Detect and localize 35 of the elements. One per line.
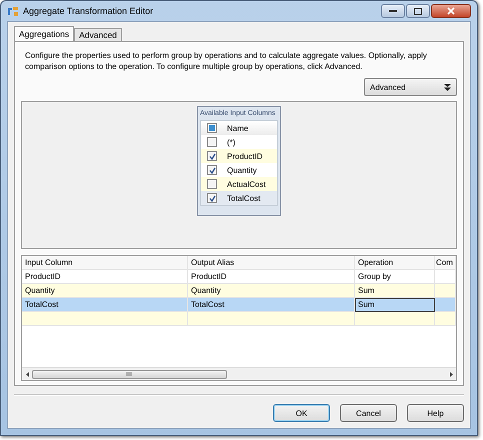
horizontal-scrollbar[interactable] bbox=[22, 367, 456, 380]
dialog-button[interactable]: Cancel bbox=[340, 404, 397, 422]
table-cell: Sum bbox=[355, 284, 435, 298]
checkbox[interactable] bbox=[207, 165, 217, 175]
column-header: Operation bbox=[355, 256, 435, 270]
list-item[interactable]: Quantity bbox=[223, 166, 257, 174]
scroll-thumb[interactable] bbox=[32, 370, 227, 378]
column-header: Output Alias bbox=[188, 256, 355, 270]
minimize-icon bbox=[389, 10, 397, 12]
checkbox[interactable] bbox=[207, 151, 217, 161]
window-title: Aggregate Transformation Editor bbox=[23, 6, 154, 16]
advanced-button[interactable]: Advanced bbox=[364, 78, 457, 96]
maximize-button[interactable] bbox=[406, 4, 430, 18]
left-arrow-icon[interactable] bbox=[26, 372, 28, 376]
minimize-button[interactable] bbox=[381, 4, 405, 18]
dialog-button[interactable]: Help bbox=[407, 404, 464, 422]
dialog-button[interactable]: OK bbox=[273, 404, 330, 422]
column-header: Name bbox=[226, 124, 248, 132]
close-button[interactable] bbox=[431, 4, 471, 18]
checkbox[interactable] bbox=[207, 137, 217, 147]
double-down-arrow-icon bbox=[444, 84, 451, 90]
maximize-icon bbox=[414, 8, 422, 14]
right-arrow-icon[interactable] bbox=[450, 372, 452, 376]
close-icon bbox=[447, 7, 455, 15]
checkbox[interactable] bbox=[207, 179, 217, 189]
checkbox[interactable] bbox=[207, 193, 217, 203]
tab[interactable]: Aggregations bbox=[14, 26, 74, 41]
select-all-checkbox[interactable] bbox=[207, 123, 217, 133]
description-text: Configure the properties used to perform group by operations and to calculate aggregate values. Optionally, apply comparison options to the operation. To configure multiple group by operations, click Advanced. bbox=[25, 50, 428, 72]
table-cell: Sum bbox=[355, 298, 435, 312]
list-item[interactable]: (*) bbox=[223, 138, 236, 146]
app-icon bbox=[7, 5, 19, 17]
tab[interactable]: Advanced bbox=[74, 28, 122, 41]
column-header: Input Column bbox=[22, 256, 188, 270]
column-header: Com bbox=[435, 256, 456, 270]
